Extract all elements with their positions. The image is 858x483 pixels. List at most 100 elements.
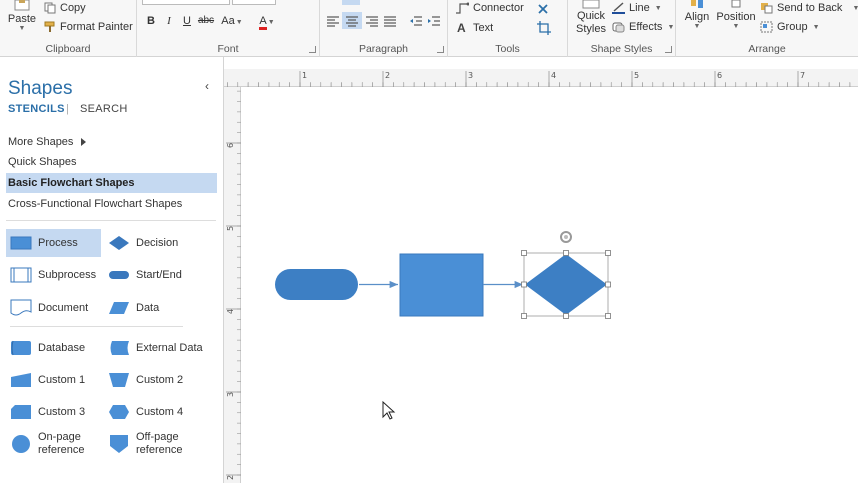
align-left-icon[interactable] — [326, 15, 340, 27]
shape-label: Custom 3 — [38, 405, 86, 418]
shape-custom-1[interactable]: Custom 1 — [6, 366, 101, 394]
font-name-box[interactable] — [142, 0, 230, 5]
effects-icon — [612, 22, 625, 33]
shape-label: Data — [136, 301, 160, 314]
shape-start-end[interactable]: Start/End — [104, 261, 214, 289]
strikethrough-button[interactable]: abc — [197, 15, 215, 26]
shape-process[interactable]: Process — [6, 229, 101, 257]
stencil-more-shapes[interactable]: More Shapes — [6, 132, 217, 152]
start-end-shape[interactable] — [275, 269, 358, 300]
shape-styles-dialog-launcher-icon[interactable] — [665, 46, 672, 53]
group-icon — [760, 21, 773, 33]
align-icon — [691, 0, 703, 8]
tab-stencils[interactable]: STENCILS — [8, 103, 65, 115]
effects-button[interactable]: Effects ▼ — [612, 21, 674, 33]
paste-icon — [14, 0, 30, 11]
shape-document[interactable]: Document — [6, 294, 101, 322]
connector-label: Connector — [473, 2, 524, 14]
shape-label: External Data — [136, 341, 203, 354]
quick-styles-button[interactable]: Quick Styles — [571, 0, 611, 40]
line-button[interactable]: Line ▼ — [612, 2, 662, 14]
shapes-pane: Shapes ‹ STENCILS | SEARCH More Shapes Q… — [0, 57, 224, 483]
chevron-down-icon: ▼ — [732, 23, 740, 30]
decrease-indent-icon[interactable] — [409, 15, 423, 27]
justify-icon[interactable] — [383, 15, 397, 27]
shape-custom-2[interactable]: Custom 2 — [104, 366, 214, 394]
arrange-group: Align ▼ Position ▼ Send to Back ▼ Group ▼ … — [676, 0, 858, 57]
text-button[interactable]: A Text — [457, 21, 493, 35]
stencil-quick-shapes[interactable]: Quick Shapes — [6, 152, 217, 172]
pane-divider — [10, 326, 183, 327]
shape-database[interactable]: Database — [6, 334, 101, 362]
mouse-cursor-icon — [382, 400, 396, 420]
font-size-change-button[interactable]: Aa▼ — [219, 15, 245, 27]
shape-styles-group-label: Shape Styles — [590, 43, 653, 55]
shape-custom-4[interactable]: Custom 4 — [104, 398, 214, 426]
bold-button[interactable]: B — [144, 15, 158, 27]
rotation-handle-icon[interactable] — [560, 231, 572, 243]
format-painter-label: Format Painter — [60, 21, 133, 33]
ruler-number: 5 — [634, 71, 639, 80]
pane-divider — [6, 220, 216, 221]
format-painter-button[interactable]: Format Painter — [44, 21, 133, 33]
shape-label: Database — [38, 341, 86, 354]
tab-search[interactable]: SEARCH — [80, 103, 128, 115]
increase-indent-icon[interactable] — [427, 15, 441, 27]
paste-button[interactable]: Paste ▼ — [6, 0, 38, 40]
collapse-pane-icon[interactable]: ‹ — [205, 79, 209, 93]
underline-button[interactable]: U — [180, 15, 194, 27]
shape-styles-group: Quick Styles Line ▼ Effects ▼ Shape Styles — [568, 0, 676, 57]
position-button[interactable]: Position ▼ — [716, 0, 756, 40]
drawing-canvas[interactable] — [241, 88, 858, 483]
align-button[interactable]: Align ▼ — [682, 0, 712, 40]
decision-shape[interactable] — [525, 254, 607, 315]
paste-caret: ▼ — [18, 25, 26, 32]
custom-2-shape-icon — [108, 369, 130, 391]
font-size-change-label: Aa — [221, 15, 235, 27]
shape-data[interactable]: Data — [104, 294, 214, 322]
align-right-icon[interactable] — [365, 15, 379, 27]
shape-on-page-reference[interactable]: On-page reference — [6, 430, 101, 458]
shapes-pane-title: Shapes — [8, 78, 73, 99]
group-button[interactable]: Group ▼ — [760, 21, 820, 33]
stencil-label: Quick Shapes — [8, 156, 77, 168]
copy-button[interactable]: Copy — [44, 2, 86, 14]
connector-button[interactable]: Connector — [455, 2, 524, 14]
ruler-number: 7 — [800, 71, 805, 80]
font-size-box[interactable] — [232, 0, 276, 5]
process-shape[interactable] — [399, 253, 484, 317]
font-group: B I U abc Aa▼ A▼ Font — [137, 0, 320, 57]
shape-off-page-reference[interactable]: Off-page reference — [104, 430, 214, 458]
on-page-reference-shape-icon — [10, 433, 32, 455]
font-color-button[interactable]: A▼ — [254, 15, 280, 30]
tab-separator: | — [66, 103, 69, 115]
shape-external-data[interactable]: External Data — [104, 334, 214, 362]
shape-decision[interactable]: Decision — [104, 229, 214, 257]
shape-label: Custom 4 — [136, 405, 184, 418]
database-shape-icon — [10, 337, 32, 359]
paragraph-dialog-launcher-icon[interactable] — [437, 46, 444, 53]
stencil-basic-flowchart-shapes[interactable]: Basic Flowchart Shapes — [6, 173, 217, 193]
stencil-label: Cross-Functional Flowchart Shapes — [8, 198, 183, 210]
italic-button[interactable]: I — [162, 15, 176, 27]
align-center-button[interactable] — [342, 12, 362, 29]
ruler-number: 1 — [302, 71, 307, 80]
process-shape-icon — [10, 232, 32, 254]
tools-group-label: Tools — [495, 43, 520, 55]
paragraph-top-button[interactable] — [342, 0, 360, 5]
shape-label: Subprocess — [38, 268, 97, 281]
stencil-label: Basic Flowchart Shapes — [8, 177, 135, 189]
clipboard-group-label: Clipboard — [45, 43, 91, 55]
subprocess-shape-icon — [10, 264, 32, 286]
shape-custom-3[interactable]: Custom 3 — [6, 398, 101, 426]
paragraph-group-label: Paragraph — [358, 43, 409, 55]
shape-label: Off-page reference — [136, 431, 183, 456]
crop-icon[interactable] — [537, 21, 551, 35]
effects-label: Effects — [629, 21, 663, 33]
shape-subprocess[interactable]: Subprocess — [6, 261, 101, 289]
stencil-cross-functional-flowchart-shapes[interactable]: Cross-Functional Flowchart Shapes — [6, 194, 217, 214]
pointer-close-icon[interactable] — [537, 3, 549, 15]
send-to-back-button[interactable]: Send to Back ▼ — [760, 2, 858, 14]
custom-3-shape-icon — [10, 401, 32, 423]
font-dialog-launcher-icon[interactable] — [309, 46, 316, 53]
